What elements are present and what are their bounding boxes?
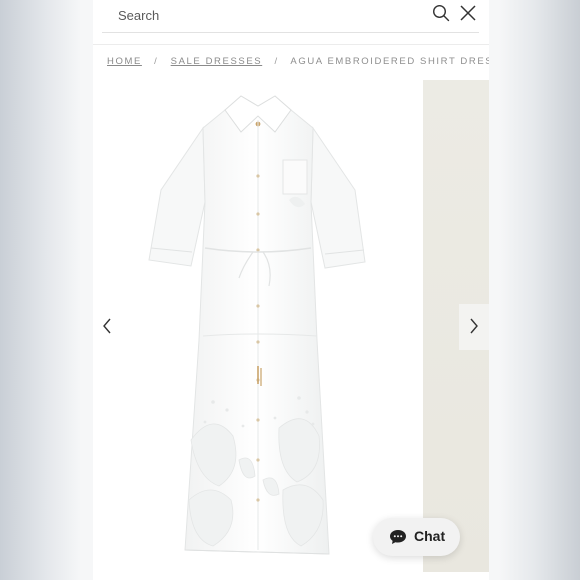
breadcrumb-current-page: AGUA EMBROIDERED SHIRT DRESS <box>290 56 489 67</box>
breadcrumb-separator: / <box>154 56 159 67</box>
next-image-button[interactable] <box>459 304 489 350</box>
search-bar <box>102 0 479 33</box>
breadcrumb: HOME / SALE DRESSES / AGUA EMBROIDERED S… <box>107 56 489 70</box>
breadcrumb-separator: / <box>274 56 279 67</box>
chat-bubble-icon <box>390 530 406 544</box>
search-icon[interactable] <box>432 4 450 22</box>
product-page: HOME / SALE DRESSES / AGUA EMBROIDERED S… <box>93 0 489 580</box>
chat-label: Chat <box>414 528 446 544</box>
search-input[interactable] <box>116 3 410 27</box>
chevron-right-icon[interactable] <box>466 316 482 336</box>
breadcrumb-sale-dresses-link[interactable]: SALE DRESSES <box>171 56 263 67</box>
chat-button[interactable]: Chat <box>373 518 460 556</box>
breadcrumb-home-link[interactable]: HOME <box>107 56 142 67</box>
product-image-gallery <box>93 80 489 580</box>
header-divider <box>93 44 489 45</box>
chevron-left-icon[interactable] <box>99 316 115 336</box>
product-image[interactable] <box>93 80 423 580</box>
close-icon[interactable] <box>459 4 477 22</box>
